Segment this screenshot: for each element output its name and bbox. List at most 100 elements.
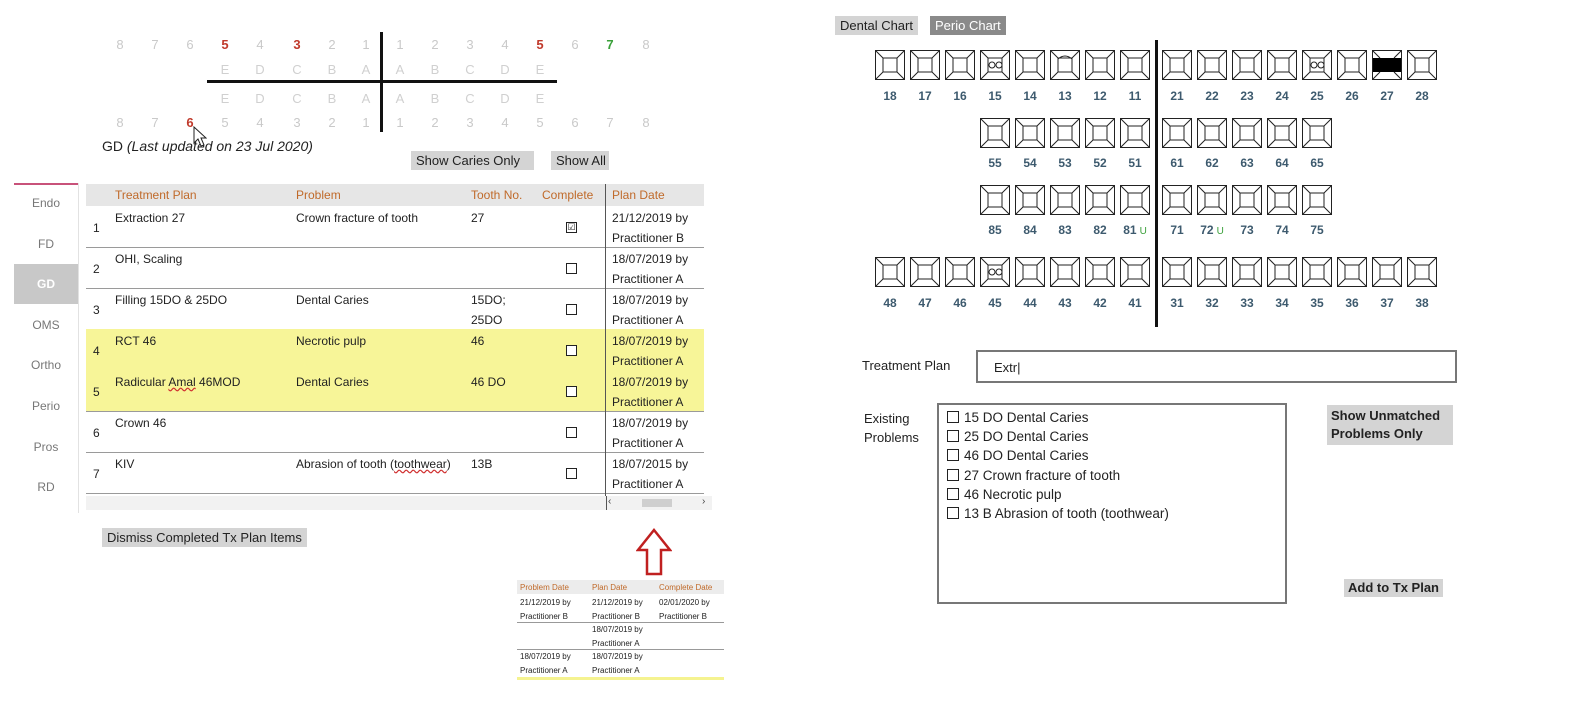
- problem-checkbox[interactable]: [947, 449, 959, 462]
- tooth-37[interactable]: [1372, 257, 1402, 287]
- tooth-52[interactable]: [1085, 118, 1115, 148]
- tooth-83[interactable]: [1050, 185, 1080, 215]
- quadrant-tooth-lower-left[interactable]: 5: [530, 115, 550, 130]
- table-row[interactable]: 3 Filling 15DO & 25DO Dental Caries 15DO; 25…: [86, 288, 704, 330]
- show-caries-only-button[interactable]: Show Caries Only: [411, 151, 534, 170]
- tooth-16[interactable]: [945, 50, 975, 80]
- quadrant-primary-lower-right[interactable]: A: [356, 91, 376, 106]
- quadrant-primary-upper-left[interactable]: C: [460, 62, 480, 77]
- tooth-55[interactable]: [980, 118, 1010, 148]
- tooth-27[interactable]: [1372, 50, 1402, 80]
- quadrant-tooth-upper-right[interactable]: 5: [215, 37, 235, 52]
- horizontal-scrollbar[interactable]: ‹ ›: [86, 496, 712, 510]
- tooth-54[interactable]: [1015, 118, 1045, 148]
- tooth-81[interactable]: [1120, 185, 1150, 215]
- tooth-45[interactable]: [980, 257, 1010, 287]
- complete-checkbox[interactable]: ☑: [566, 222, 577, 233]
- table-row[interactable]: 4 RCT 46 Necrotic pulp 46 18/07/2019 by Pract…: [86, 329, 704, 371]
- quadrant-primary-upper-left[interactable]: A: [390, 62, 410, 77]
- tooth-21[interactable]: [1162, 50, 1192, 80]
- tooth-65[interactable]: [1302, 118, 1332, 148]
- sidebar-item-ortho[interactable]: Ortho: [14, 345, 78, 385]
- quadrant-primary-upper-left[interactable]: D: [495, 62, 515, 77]
- tooth-28[interactable]: [1407, 50, 1437, 80]
- tooth-75[interactable]: [1302, 185, 1332, 215]
- quadrant-tooth-lower-right[interactable]: 8: [110, 115, 130, 130]
- quadrant-primary-lower-right[interactable]: C: [287, 91, 307, 106]
- quadrant-tooth-lower-right[interactable]: 7: [145, 115, 165, 130]
- problem-checkbox[interactable]: [947, 411, 959, 423]
- problem-item[interactable]: 15 DO Dental Caries: [947, 410, 1089, 425]
- quadrant-tooth-upper-right[interactable]: 4: [250, 37, 270, 52]
- table-row[interactable]: 5 Radicular Amal 46MOD Dental Caries 46 DO 1…: [86, 370, 704, 412]
- problem-checkbox[interactable]: [947, 507, 959, 519]
- quadrant-tooth-lower-left[interactable]: 8: [636, 115, 656, 130]
- complete-checkbox[interactable]: [566, 345, 577, 356]
- tooth-35[interactable]: [1302, 257, 1332, 287]
- tooth-11[interactable]: [1120, 50, 1150, 80]
- tooth-23[interactable]: [1232, 50, 1262, 80]
- tooth-38[interactable]: [1407, 257, 1437, 287]
- tooth-25[interactable]: [1302, 50, 1332, 80]
- sidebar-item-fd[interactable]: FD: [14, 224, 78, 264]
- quadrant-primary-upper-left[interactable]: B: [425, 62, 445, 77]
- quadrant-tooth-lower-left[interactable]: 2: [425, 115, 445, 130]
- tooth-31[interactable]: [1162, 257, 1192, 287]
- tooth-32[interactable]: [1197, 257, 1227, 287]
- tooth-84[interactable]: [1015, 185, 1045, 215]
- tooth-61[interactable]: [1162, 118, 1192, 148]
- quadrant-primary-lower-right[interactable]: D: [250, 91, 270, 106]
- tooth-74[interactable]: [1267, 185, 1297, 215]
- tooth-41[interactable]: [1120, 257, 1150, 287]
- dental-chart-tab[interactable]: Dental Chart: [835, 16, 918, 35]
- quadrant-primary-lower-left[interactable]: A: [390, 91, 410, 106]
- scrollbar-thumb[interactable]: [642, 499, 672, 507]
- quadrant-tooth-upper-right[interactable]: 8: [110, 37, 130, 52]
- tooth-26[interactable]: [1337, 50, 1367, 80]
- tooth-17[interactable]: [910, 50, 940, 80]
- tooth-43[interactable]: [1050, 257, 1080, 287]
- quadrant-primary-upper-left[interactable]: E: [530, 62, 550, 77]
- tooth-33[interactable]: [1232, 257, 1262, 287]
- table-row[interactable]: 7 KIV Abrasion of tooth (toothwear) 13B 18/0…: [86, 452, 704, 494]
- quadrant-primary-lower-right[interactable]: B: [322, 91, 342, 106]
- sidebar-item-gd[interactable]: GD: [14, 264, 78, 305]
- quadrant-tooth-upper-left[interactable]: 4: [495, 37, 515, 52]
- tooth-63[interactable]: [1232, 118, 1262, 148]
- problem-item[interactable]: 46 Necrotic pulp: [947, 487, 1062, 502]
- tooth-34[interactable]: [1267, 257, 1297, 287]
- problem-item[interactable]: 25 DO Dental Caries: [947, 429, 1089, 444]
- quadrant-primary-lower-left[interactable]: D: [495, 91, 515, 106]
- tooth-46[interactable]: [945, 257, 975, 287]
- quadrant-primary-upper-right[interactable]: B: [322, 62, 342, 77]
- tooth-71[interactable]: [1162, 185, 1192, 215]
- quadrant-primary-upper-right[interactable]: D: [250, 62, 270, 77]
- sidebar-item-oms[interactable]: OMS: [14, 305, 78, 345]
- quadrant-tooth-upper-left[interactable]: 6: [565, 37, 585, 52]
- tooth-53[interactable]: [1050, 118, 1080, 148]
- add-to-tx-plan-button[interactable]: Add to Tx Plan: [1344, 579, 1443, 597]
- tooth-24[interactable]: [1267, 50, 1297, 80]
- tooth-42[interactable]: [1085, 257, 1115, 287]
- quadrant-tooth-upper-left[interactable]: 1: [390, 37, 410, 52]
- quadrant-tooth-upper-left[interactable]: 7: [600, 37, 620, 52]
- problem-checkbox[interactable]: [947, 468, 959, 481]
- quadrant-tooth-lower-right[interactable]: 3: [287, 115, 307, 130]
- scroll-right-icon[interactable]: ›: [702, 496, 705, 507]
- tooth-85[interactable]: [980, 185, 1010, 215]
- table-row[interactable]: 1 Extraction 27 Crown fracture of tooth 27 ☑…: [86, 206, 704, 248]
- tooth-82[interactable]: [1085, 185, 1115, 215]
- tooth-47[interactable]: [910, 257, 940, 287]
- sidebar-item-pros[interactable]: Pros: [14, 427, 78, 467]
- quadrant-tooth-upper-left[interactable]: 3: [460, 37, 480, 52]
- quadrant-tooth-upper-left[interactable]: 5: [530, 37, 550, 52]
- show-unmatched-problems-button[interactable]: Show Unmatched Problems Only: [1327, 405, 1453, 445]
- problem-checkbox[interactable]: [947, 430, 959, 443]
- quadrant-tooth-lower-right[interactable]: 5: [215, 115, 235, 130]
- sidebar-item-endo[interactable]: Endo: [14, 183, 78, 223]
- sidebar-item-rd[interactable]: RD: [14, 467, 78, 507]
- treatment-plan-input[interactable]: Extr|: [976, 350, 1457, 383]
- complete-checkbox[interactable]: [566, 386, 577, 397]
- tooth-22[interactable]: [1197, 50, 1227, 80]
- tooth-15[interactable]: [980, 50, 1010, 80]
